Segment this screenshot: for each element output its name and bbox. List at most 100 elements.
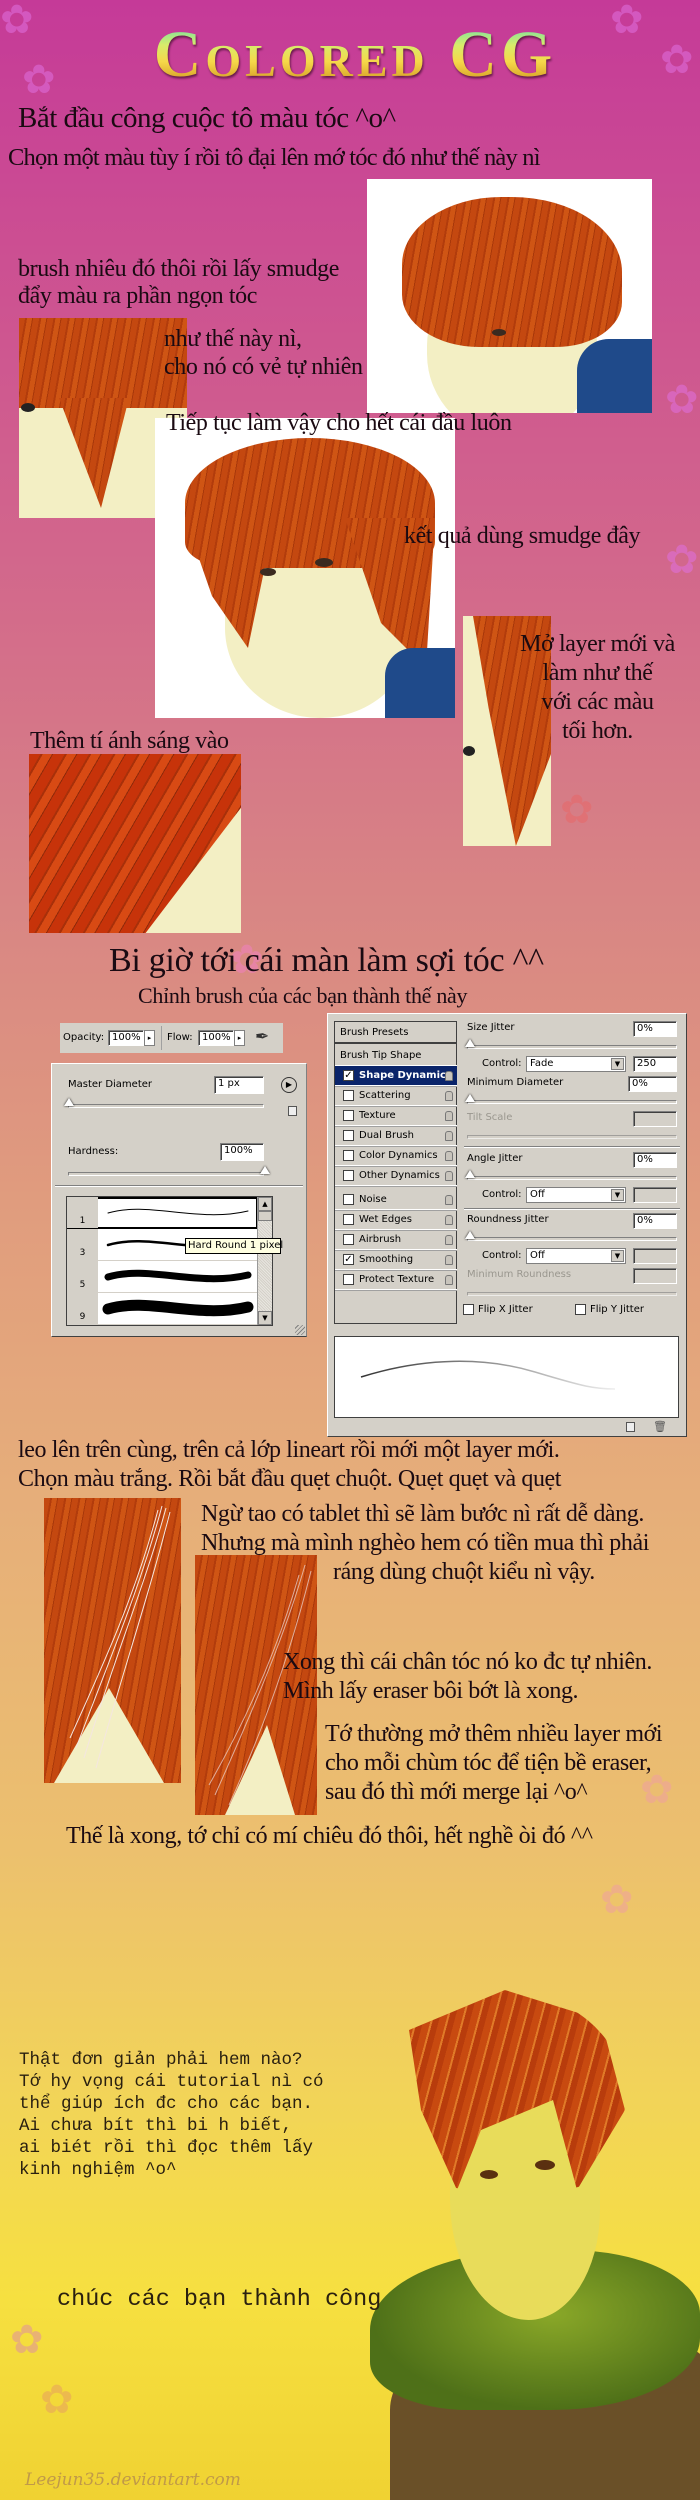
page-title: Colored CG [110, 22, 600, 88]
illustration-highlight [29, 754, 241, 933]
option-label: Texture [359, 1110, 396, 1121]
option-label: Shape Dynamics [359, 1070, 452, 1081]
slider-thumb[interactable] [465, 1231, 475, 1239]
option-checkbox[interactable] [343, 1234, 354, 1245]
brush-option-dual-brush[interactable]: Dual Brush [335, 1126, 457, 1146]
brush-stroke-sample [104, 1269, 252, 1283]
flower-decoration: ✿ [600, 1877, 634, 1922]
min-diameter-slider[interactable] [465, 1094, 677, 1104]
lock-icon[interactable] [445, 1071, 453, 1081]
size-jitter-slider[interactable] [465, 1039, 677, 1049]
option-checkbox[interactable] [343, 1170, 354, 1181]
lock-icon[interactable] [445, 1111, 453, 1121]
brush-option-color-dynamics[interactable]: Color Dynamics [335, 1146, 457, 1166]
scroll-thumb[interactable] [258, 1211, 272, 1221]
chevron-down-icon[interactable]: ▼ [611, 1250, 624, 1262]
option-checkbox[interactable] [343, 1150, 354, 1161]
size-control-select[interactable]: Fade ▼ [526, 1056, 626, 1072]
slider-thumb[interactable] [465, 1094, 475, 1102]
opacity-arrow-button[interactable]: ▸ [144, 1030, 155, 1046]
section3-step1-line: leo lên trên cùng, trên cả lớp lineart r… [18, 1437, 560, 1463]
hardness-input[interactable]: 100% [220, 1143, 264, 1161]
angle-jitter-input[interactable]: 0% [633, 1152, 677, 1168]
min-diameter-input[interactable]: 0% [628, 1076, 677, 1092]
lock-icon[interactable] [445, 1131, 453, 1141]
flower-decoration: ✿ [22, 57, 56, 102]
brush-option-airbrush[interactable]: Airbrush [335, 1230, 457, 1250]
brush-option-texture[interactable]: Texture [335, 1106, 457, 1126]
lock-icon[interactable] [445, 1255, 453, 1265]
lock-icon[interactable] [445, 1195, 453, 1205]
roundness-jitter-slider[interactable] [465, 1231, 677, 1241]
master-diameter-slider[interactable] [64, 1098, 264, 1108]
brush-preset-item[interactable]: 5 [67, 1261, 258, 1293]
brush-option-scattering[interactable]: Scattering [335, 1086, 457, 1106]
lock-icon[interactable] [445, 1171, 453, 1181]
slider-thumb[interactable] [465, 1039, 475, 1047]
size-control-label: Control: [482, 1058, 522, 1069]
brush-option-noise[interactable]: Noise [335, 1190, 457, 1210]
scroll-down-button[interactable]: ▼ [258, 1311, 272, 1325]
brushes-panel: Brush Presets Brush Tip Shape ✓ Shape Dyn… [327, 1013, 687, 1437]
brush-option-wet-edges[interactable]: Wet Edges [335, 1210, 457, 1230]
step7-text: Thêm tí ánh sáng vào [30, 728, 229, 754]
angle-control-select[interactable]: Off ▼ [526, 1187, 626, 1203]
panel-menu-button[interactable]: ▶ [281, 1077, 297, 1093]
resize-grip-icon[interactable] [295, 1325, 305, 1335]
hardness-slider[interactable] [68, 1166, 270, 1176]
option-checkbox[interactable] [343, 1214, 354, 1225]
flow-input[interactable]: 100% [198, 1030, 234, 1046]
slider-thumb[interactable] [260, 1166, 270, 1174]
size-jitter-input[interactable]: 0% [633, 1021, 677, 1037]
flip-y-checkbox[interactable] [575, 1304, 586, 1315]
option-checkbox[interactable]: ✓ [343, 1070, 354, 1081]
tool-options-bar: Opacity: 100% ▸ Flow: 100% ▸ ✒ [60, 1023, 283, 1053]
trash-icon[interactable]: 🗑 [653, 1421, 667, 1433]
flower-decoration: ✿ [665, 377, 699, 422]
illustration-flat-hair [367, 179, 652, 413]
brush-list-scrollbar[interactable]: ▲ ▼ [257, 1197, 272, 1325]
option-checkbox[interactable] [343, 1274, 354, 1285]
option-checkbox[interactable] [343, 1110, 354, 1121]
roundness-control-select[interactable]: Off ▼ [526, 1248, 626, 1264]
option-checkbox[interactable] [343, 1194, 354, 1205]
lock-icon[interactable] [445, 1275, 453, 1285]
scroll-up-button[interactable]: ▲ [258, 1197, 272, 1211]
option-checkbox[interactable]: ✓ [343, 1254, 354, 1265]
master-diameter-input[interactable]: 1 px [214, 1076, 264, 1094]
new-preset-icon[interactable] [288, 1106, 297, 1116]
airbrush-icon[interactable]: ✒ [255, 1027, 269, 1047]
lock-icon[interactable] [445, 1215, 453, 1225]
flower-decoration: ✿ [10, 2317, 44, 2362]
chevron-down-icon[interactable]: ▼ [611, 1189, 624, 1201]
outro-line: kinh nghiệm ^o^ [19, 2160, 177, 2180]
slider-thumb[interactable] [465, 1170, 475, 1178]
fade-steps-input[interactable]: 250 [633, 1056, 677, 1072]
brush-option-smoothing[interactable]: ✓ Smoothing [335, 1250, 457, 1270]
step2-line: brush nhiêu đó thôi rồi lấy smudge [18, 256, 340, 282]
brush-option-other-dynamics[interactable]: Other Dynamics [335, 1166, 457, 1186]
brush-preset-item[interactable]: 1 [67, 1197, 258, 1229]
lock-icon[interactable] [445, 1235, 453, 1245]
brush-preset-item[interactable]: 9 [67, 1293, 258, 1325]
brush-tooltip: Hard Round 1 pixel [185, 1238, 283, 1254]
brush-presets-item[interactable]: Brush Presets [335, 1022, 457, 1044]
flow-arrow-button[interactable]: ▸ [234, 1030, 245, 1046]
brush-option-protect-texture[interactable]: Protect Texture [335, 1270, 457, 1290]
new-preset-icon[interactable] [626, 1422, 635, 1432]
lock-icon[interactable] [445, 1151, 453, 1161]
master-diameter-label: Master Diameter [68, 1079, 153, 1090]
flip-x-checkbox[interactable] [463, 1304, 474, 1315]
section3-step2-line: Ngừ tao có tablet thì sẽ làm bước nì rất… [201, 1501, 644, 1527]
lock-icon[interactable] [445, 1091, 453, 1101]
roundness-jitter-input[interactable]: 0% [633, 1213, 677, 1229]
option-checkbox[interactable] [343, 1130, 354, 1141]
step6-line: với các màu [541, 689, 654, 715]
brush-tip-shape-item[interactable]: Brush Tip Shape [335, 1046, 457, 1066]
chevron-down-icon[interactable]: ▼ [611, 1058, 624, 1070]
slider-thumb[interactable] [64, 1098, 74, 1106]
angle-jitter-slider[interactable] [465, 1170, 677, 1180]
option-checkbox[interactable] [343, 1090, 354, 1101]
brush-option-shape-dynamics[interactable]: ✓ Shape Dynamics [335, 1066, 457, 1086]
opacity-input[interactable]: 100% [108, 1030, 144, 1046]
